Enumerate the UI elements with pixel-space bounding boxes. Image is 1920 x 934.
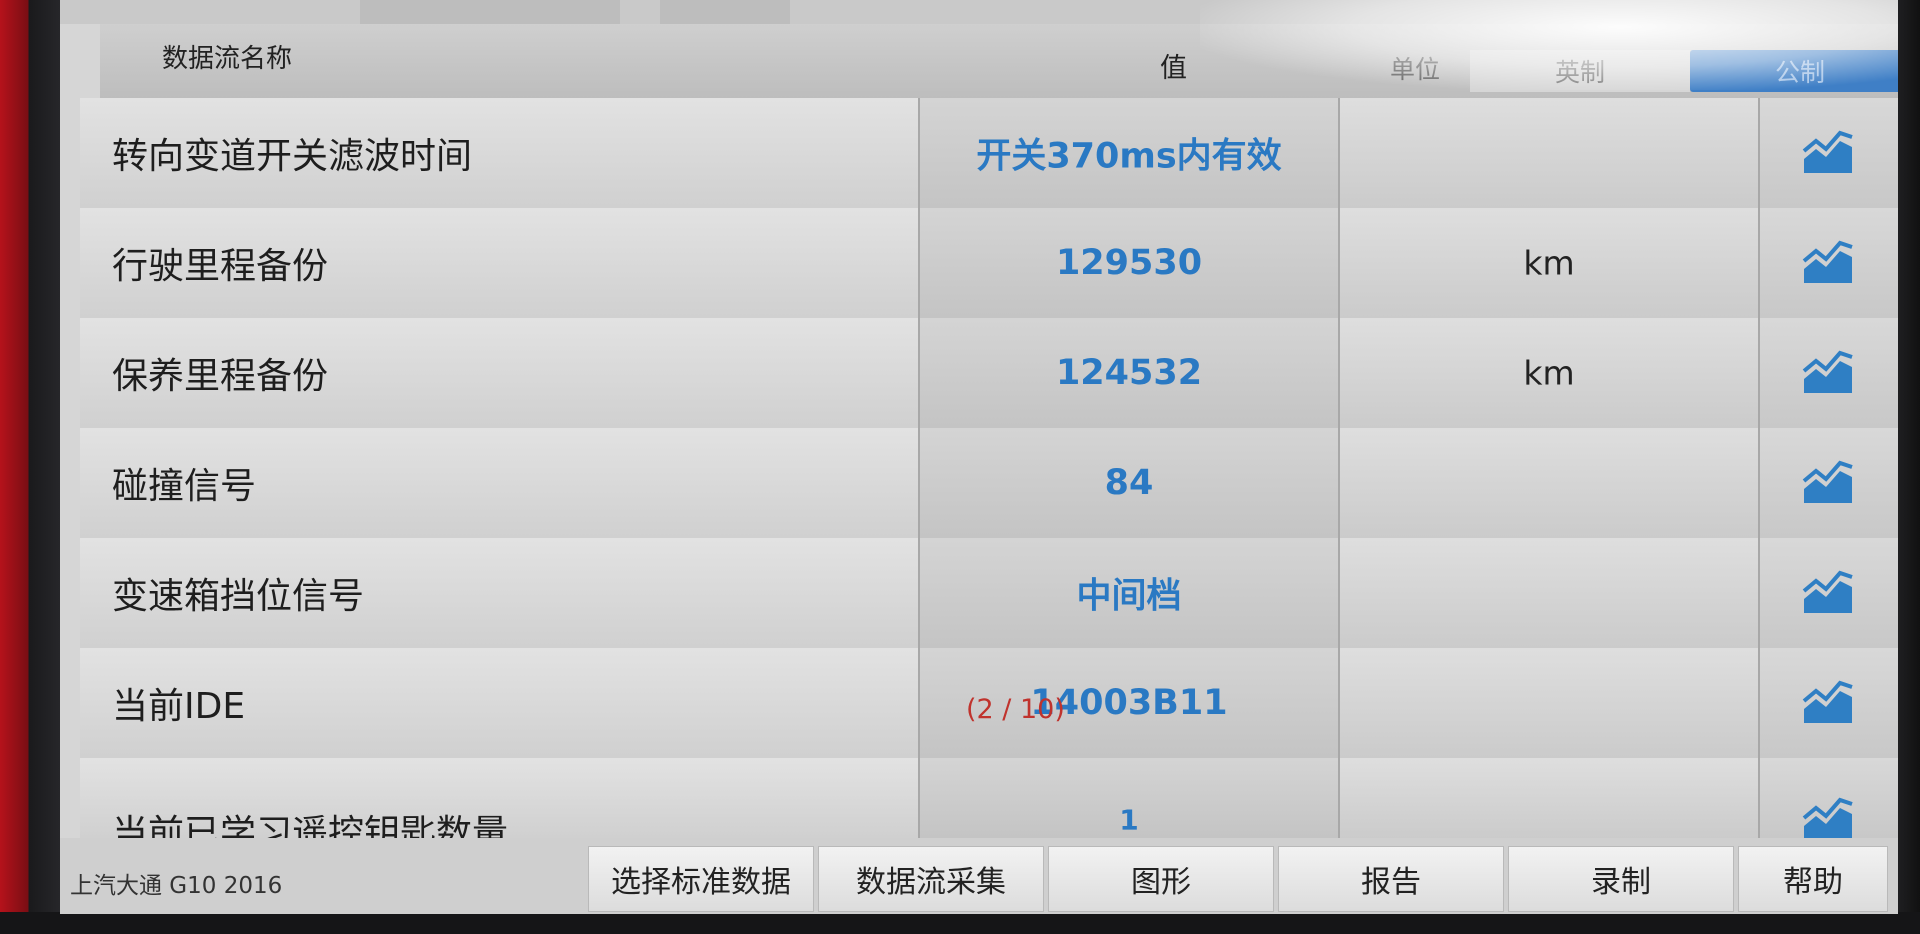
top-status-strip [60,0,1898,24]
row-value: 中间档 [1076,576,1182,617]
table-row[interactable]: 当前已学习遥控钥匙数量 1 [80,758,1898,854]
help-button[interactable]: 帮助 [1738,846,1888,912]
row-value: 124532 [1055,353,1203,393]
row-value: 84 [1104,463,1154,503]
line-chart-icon[interactable] [1800,679,1856,727]
graph-button[interactable]: 图形 [1048,846,1274,912]
line-chart-icon[interactable] [1800,796,1856,844]
row-name: 变速箱挡位信号 [112,576,365,617]
table-row[interactable]: 保养里程备份 124532 km [80,318,1898,430]
bottom-toolbar: 上汽大通 G10 2016 选择标准数据 数据流采集 图形 报告 录制 帮助 [60,838,1898,914]
header-unit-column: 单位 [1390,55,1441,84]
row-unit: km [1523,243,1575,283]
row-value: 1 [1119,803,1139,837]
report-button[interactable]: 报告 [1278,846,1504,912]
device-bezel-bottom [0,912,1920,934]
header-name-column: 数据流名称 [162,44,293,74]
row-name: 转向变道开关滤波时间 [112,136,473,177]
row-name: 行驶里程备份 [112,246,329,287]
line-chart-icon[interactable] [1800,349,1856,397]
line-chart-icon[interactable] [1800,239,1856,287]
table-row[interactable]: 转向变道开关滤波时间 开关370ms内有效 [80,98,1898,210]
row-value: 129530 [1055,243,1203,283]
table-row[interactable]: 碰撞信号 84 [80,428,1898,540]
row-name: 当前IDE [112,686,246,727]
unit-imperial-toggle[interactable]: 英制 [1470,50,1690,92]
row-unit: km [1523,353,1575,393]
table-row[interactable]: 变速箱挡位信号 中间档 [80,538,1898,650]
row-value: 开关370ms内有效 [976,136,1282,177]
record-button[interactable]: 录制 [1508,846,1734,912]
table-row[interactable]: 行驶里程备份 129530 km [80,208,1898,320]
row-name: 保养里程备份 [112,356,329,397]
unit-metric-toggle[interactable]: 公制 [1690,50,1898,92]
table-header: 数据流名称 值 单位 英制 公制 [100,24,1898,98]
vehicle-label: 上汽大通 G10 2016 [70,873,283,899]
screen: 数据流名称 值 单位 英制 公制 转向变道开关滤波时间 开关370ms内有效 行… [60,0,1898,914]
page-indicator: (2 / 10) [966,694,1065,725]
line-chart-icon[interactable] [1800,569,1856,617]
line-chart-icon[interactable] [1800,129,1856,177]
select-standard-data-button[interactable]: 选择标准数据 [588,846,814,912]
header-value-column: 值 [1160,53,1187,84]
line-chart-icon[interactable] [1800,459,1856,507]
data-capture-button[interactable]: 数据流采集 [818,846,1044,912]
row-name: 碰撞信号 [112,466,257,507]
